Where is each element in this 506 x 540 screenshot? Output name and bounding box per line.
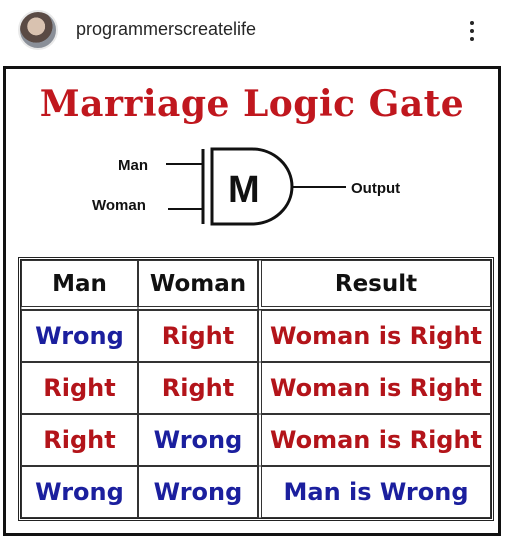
- gate-symbol: M: [228, 169, 260, 211]
- header-result: Result: [258, 260, 491, 310]
- gate-input-man-label: Man: [118, 157, 148, 174]
- and-gate-diagram: Man Woman M Output: [92, 147, 400, 226]
- cell-woman: Right: [138, 362, 258, 414]
- more-vertical-icon[interactable]: [460, 14, 484, 48]
- table-row: Right Right Woman is Right: [21, 362, 491, 414]
- table-row: Right Wrong Woman is Right: [21, 414, 491, 466]
- cell-woman: Right: [138, 310, 258, 362]
- profile-avatar[interactable]: [18, 10, 58, 50]
- cell-result: Woman is Right: [258, 414, 491, 466]
- cell-man: Wrong: [21, 310, 138, 362]
- gate-input-woman-label: Woman: [92, 197, 146, 214]
- cell-result: Woman is Right: [258, 310, 491, 362]
- cell-man: Right: [21, 414, 138, 466]
- table-row: Wrong Right Woman is Right: [21, 310, 491, 362]
- cell-result: Woman is Right: [258, 362, 491, 414]
- cell-result: Man is Wrong: [258, 466, 491, 518]
- gate-output-label: Output: [351, 180, 400, 197]
- post-image: Marriage Logic Gate Man Woman M Output M…: [3, 66, 501, 536]
- truth-table-header-row: Man Woman Result: [21, 260, 491, 310]
- truth-table: Man Woman Result Wrong Right Woman is Ri…: [18, 257, 494, 521]
- cell-woman: Wrong: [138, 466, 258, 518]
- header-woman: Woman: [138, 260, 258, 310]
- table-row: Wrong Wrong Man is Wrong: [21, 466, 491, 518]
- cell-man: Wrong: [21, 466, 138, 518]
- cell-woman: Wrong: [138, 414, 258, 466]
- username-link[interactable]: programmerscreatelife: [76, 19, 256, 40]
- cell-man: Right: [21, 362, 138, 414]
- header-man: Man: [21, 260, 138, 310]
- post-header: programmerscreatelife: [0, 0, 506, 64]
